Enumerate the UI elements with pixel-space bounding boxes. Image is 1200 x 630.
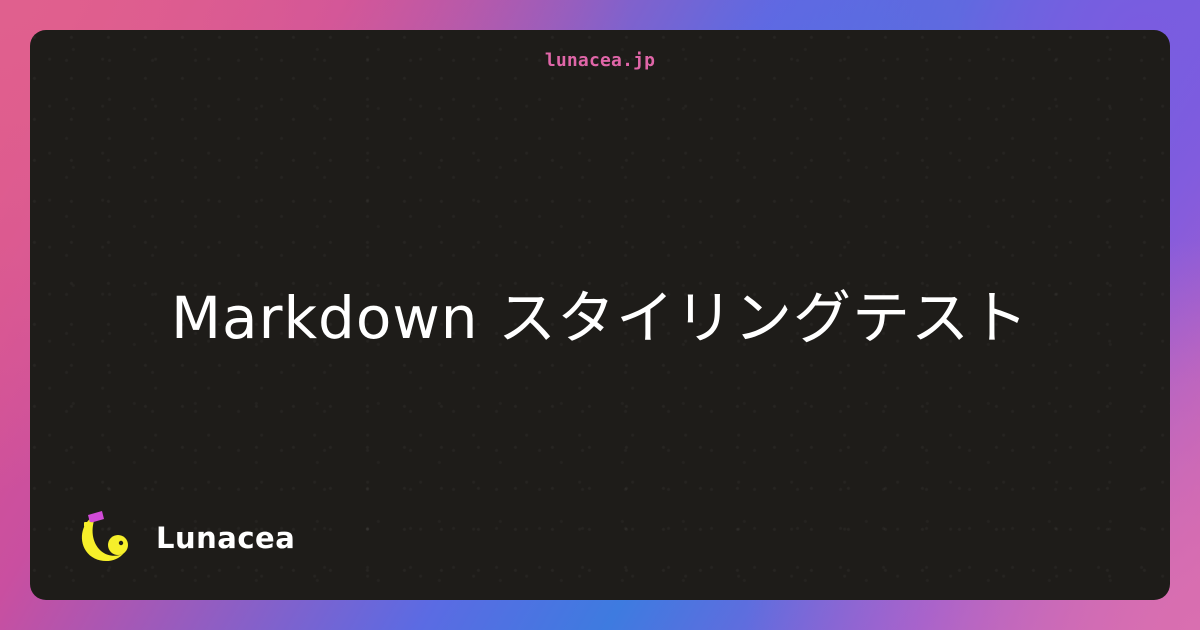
og-card: lunacea.jp Markdown スタイリングテスト Lunacea bbox=[30, 30, 1170, 600]
brand-name: Lunacea bbox=[156, 521, 296, 555]
site-url-label: lunacea.jp bbox=[544, 50, 656, 71]
page-title: Markdown スタイリングテスト bbox=[171, 284, 1029, 352]
brand: Lunacea bbox=[74, 508, 295, 568]
crescent-moon-logo-icon bbox=[81, 511, 128, 562]
